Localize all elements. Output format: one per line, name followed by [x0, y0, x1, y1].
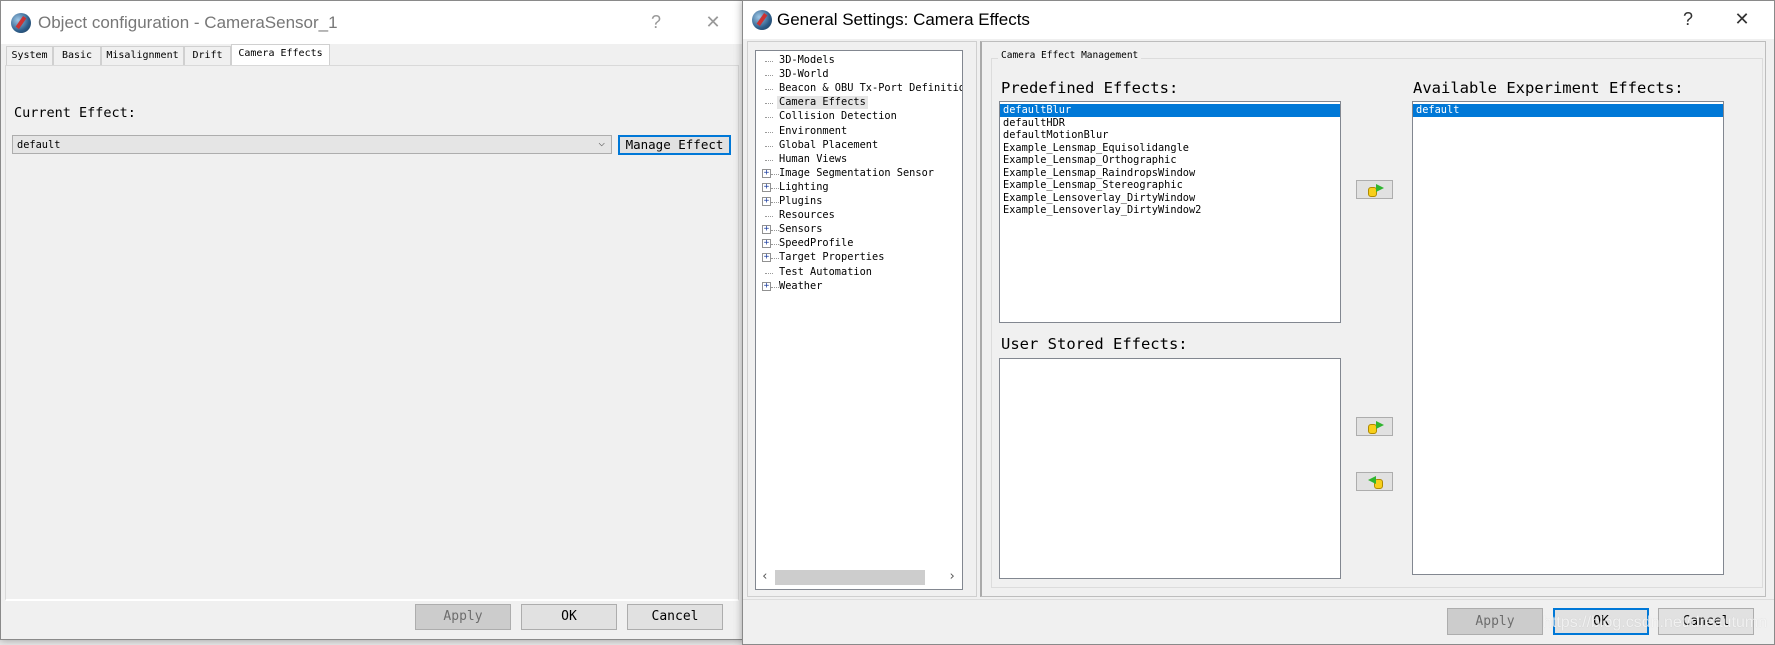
- help-button[interactable]: ?: [641, 12, 671, 33]
- tab-drift[interactable]: Drift: [184, 46, 231, 65]
- expand-icon[interactable]: +: [762, 239, 771, 249]
- tree-item[interactable]: 3D-Models: [779, 54, 835, 67]
- available-effects-label: Available Experiment Effects:: [1413, 79, 1684, 97]
- tree-connector: [765, 131, 773, 133]
- tab-misalignment[interactable]: Misalignment: [101, 46, 184, 65]
- tree-item[interactable]: Weather: [779, 280, 822, 293]
- scroll-left-icon[interactable]: ‹: [761, 569, 769, 584]
- expand-icon[interactable]: +: [762, 182, 771, 192]
- tree-item[interactable]: Plugins: [779, 195, 822, 208]
- tree-connector: [765, 75, 773, 77]
- list-item[interactable]: defaultBlur: [1000, 104, 1340, 117]
- cancel-button[interactable]: Cancel: [627, 604, 723, 630]
- app-globe-icon: [11, 13, 31, 33]
- expand-icon[interactable]: +: [762, 281, 771, 291]
- chevron-down-icon: ⌵: [598, 136, 605, 149]
- tree-connector: [765, 61, 773, 62]
- dialog-title: General Settings: Camera Effects: [777, 10, 1030, 29]
- add-user-to-experiment-button[interactable]: [1356, 417, 1393, 436]
- predefined-effects-label: Predefined Effects:: [1001, 79, 1179, 97]
- current-effect-combobox[interactable]: default ⌵: [12, 135, 612, 154]
- tree-connector: [771, 258, 779, 260]
- list-item[interactable]: defaultHDR: [1000, 117, 1340, 130]
- current-effect-label: Current Effect:: [14, 105, 136, 121]
- flag-right-icon: [1376, 421, 1384, 429]
- expand-icon[interactable]: +: [762, 168, 771, 178]
- title-bar: General Settings: Camera Effects ? ✕: [743, 1, 1774, 39]
- tab-system[interactable]: System: [6, 46, 53, 65]
- tree-item[interactable]: SpeedProfile: [779, 237, 853, 250]
- add-predefined-to-experiment-button[interactable]: [1356, 180, 1393, 199]
- tree-connector: [771, 187, 779, 189]
- tree-item[interactable]: Target Properties: [779, 251, 884, 264]
- tree-item[interactable]: Lighting: [779, 181, 829, 194]
- list-item[interactable]: Example_Lensmap_Orthographic: [1000, 154, 1340, 167]
- object-configuration-dialog: Object configuration - CameraSensor_1 ? …: [0, 0, 743, 640]
- tree-connector: [765, 216, 773, 218]
- apply-button[interactable]: Apply: [415, 604, 511, 630]
- expand-icon[interactable]: +: [762, 225, 771, 235]
- scroll-right-icon[interactable]: ›: [948, 569, 956, 584]
- list-item[interactable]: Example_Lensoverlay_DirtyWindow2: [1000, 204, 1340, 217]
- tree-connector: [765, 89, 773, 91]
- expand-icon[interactable]: +: [762, 253, 771, 263]
- manage-effect-button[interactable]: Manage Effect: [618, 135, 731, 155]
- tree-item[interactable]: Human Views: [779, 153, 847, 166]
- tree-item[interactable]: Image Segmentation Sensor: [779, 167, 934, 180]
- title-bar: Object configuration - CameraSensor_1 ? …: [1, 1, 742, 44]
- tab-basic[interactable]: Basic: [53, 46, 101, 65]
- available-effects-list[interactable]: default: [1412, 101, 1724, 575]
- tree-connector: [765, 145, 773, 147]
- tree-connector: [771, 230, 779, 232]
- tree-item[interactable]: Resources: [779, 209, 835, 222]
- app-globe-icon: [752, 10, 772, 30]
- list-item[interactable]: Example_Lensoverlay_DirtyWindow: [1000, 192, 1340, 205]
- list-item[interactable]: Example_Lensmap_Stereographic: [1000, 179, 1340, 192]
- watermark: https://blog.csdn.net/dreautumn: [1543, 614, 1768, 631]
- tree-connector: [765, 272, 773, 274]
- store-to-user-button[interactable]: [1356, 472, 1393, 491]
- close-button[interactable]: ✕: [698, 12, 728, 33]
- tree-connector: [765, 103, 773, 105]
- help-button[interactable]: ?: [1673, 9, 1703, 30]
- tree-item[interactable]: Environment: [779, 125, 847, 138]
- tree-connector: [771, 244, 779, 246]
- tree-item[interactable]: Test Automation: [779, 266, 872, 279]
- list-item[interactable]: Example_Lensmap_RaindropsWindow: [1000, 167, 1340, 180]
- tree-item[interactable]: Camera Effects: [777, 96, 868, 110]
- expand-icon[interactable]: +: [762, 197, 771, 206]
- flag-left-icon: [1368, 476, 1376, 484]
- tree-item[interactable]: 3D-World: [779, 68, 829, 81]
- list-item[interactable]: defaultMotionBlur: [1000, 129, 1340, 142]
- dialog-title: Object configuration - CameraSensor_1: [38, 13, 338, 32]
- list-item[interactable]: Example_Lensmap_Equisolidangle: [1000, 142, 1340, 155]
- group-title: Camera Effect Management: [998, 50, 1142, 61]
- tree-item[interactable]: Global Placement: [779, 139, 878, 152]
- user-stored-effects-label: User Stored Effects:: [1001, 335, 1188, 353]
- flag-right-icon: [1376, 184, 1384, 192]
- tree-connector: [765, 159, 773, 161]
- tree-connector: [765, 117, 773, 119]
- tree-item[interactable]: Sensors: [779, 223, 822, 236]
- apply-button[interactable]: Apply: [1447, 608, 1543, 635]
- current-effect-value: default: [17, 139, 61, 151]
- user-stored-effects-list[interactable]: [999, 358, 1341, 579]
- list-item[interactable]: default: [1413, 104, 1723, 117]
- tree-item[interactable]: Beacon & OBU Tx-Port Definitio: [779, 82, 962, 95]
- tree-connector: [771, 202, 779, 203]
- close-button[interactable]: ✕: [1727, 9, 1757, 30]
- tree-item[interactable]: Collision Detection: [779, 110, 897, 123]
- tab-camera-effects[interactable]: Camera Effects: [231, 44, 330, 65]
- predefined-effects-list[interactable]: defaultBlur defaultHDR defaultMotionBlur Ex…: [999, 101, 1341, 323]
- tree-horizontal-scrollbar[interactable]: ‹ ›: [756, 567, 962, 588]
- scrollbar-thumb[interactable]: [775, 570, 925, 585]
- ok-button[interactable]: OK: [521, 604, 617, 630]
- tree-connector: [771, 173, 779, 175]
- general-settings-dialog: General Settings: Camera Effects ? ✕ 3D-…: [742, 0, 1775, 645]
- settings-tree[interactable]: 3D-Models 3D-World Beacon & OBU Tx-Port De…: [755, 50, 963, 590]
- footer-divider: [743, 599, 1774, 600]
- tree-connector: [771, 286, 779, 288]
